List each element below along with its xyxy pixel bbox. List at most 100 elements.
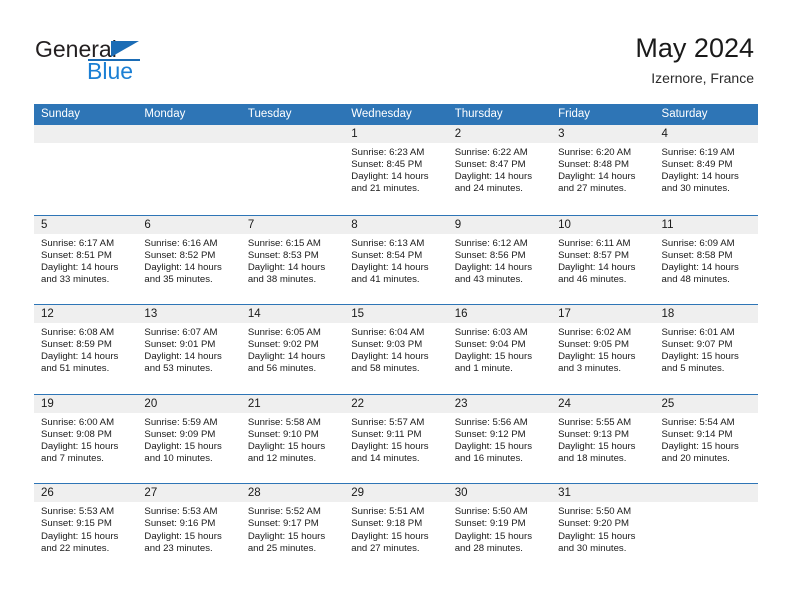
day-cell[interactable]: 17 Sunrise: 6:02 AM Sunset: 9:05 PM Dayl… xyxy=(551,305,654,394)
day-cell[interactable]: 28 Sunrise: 5:52 AM Sunset: 9:17 PM Dayl… xyxy=(241,484,344,573)
day-number: 10 xyxy=(558,218,571,231)
day-details: Sunrise: 5:57 AM Sunset: 9:11 PM Dayligh… xyxy=(351,416,429,465)
day-cell[interactable]: 24 Sunrise: 5:55 AM Sunset: 9:13 PM Dayl… xyxy=(551,395,654,484)
day-cell[interactable]: 6 Sunrise: 6:16 AM Sunset: 8:52 PM Dayli… xyxy=(137,216,240,305)
day-cell[interactable]: 23 Sunrise: 5:56 AM Sunset: 9:12 PM Dayl… xyxy=(448,395,551,484)
day-cell[interactable]: 30 Sunrise: 5:50 AM Sunset: 9:19 PM Dayl… xyxy=(448,484,551,573)
day-details: Sunrise: 6:12 AM Sunset: 8:56 PM Dayligh… xyxy=(454,237,533,285)
day-details: Sunrise: 6:07 AM Sunset: 9:01 PM Dayligh… xyxy=(144,327,222,375)
day-cell[interactable]: 31 Sunrise: 5:50 AM Sunset: 9:20 PM Dayl… xyxy=(551,484,654,573)
day-cell[interactable]: 22 Sunrise: 5:57 AM Sunset: 9:11 PM Dayl… xyxy=(344,395,447,484)
day-cell[interactable]: 19 Sunrise: 6:00 AM Sunset: 9:08 PM Dayl… xyxy=(34,395,137,484)
day-cell[interactable]: 21 Sunrise: 5:58 AM Sunset: 9:10 PM Dayl… xyxy=(241,395,344,484)
day-cell[interactable]: 5 Sunrise: 6:17 AM Sunset: 8:51 PM Dayli… xyxy=(34,216,137,305)
day-of-week-header-row: Sunday Monday Tuesday Wednesday Thursday… xyxy=(34,104,758,125)
dow-header-saturday: Saturday xyxy=(661,108,708,120)
day-number: 30 xyxy=(454,487,468,500)
calendar-table: Sunday Monday Tuesday Wednesday Thursday… xyxy=(34,104,758,573)
week-row: 19 Sunrise: 6:00 AM Sunset: 9:08 PM Dayl… xyxy=(34,393,758,484)
page-header: General Blue May 2024 Izernore, France xyxy=(0,0,792,104)
day-number: 14 xyxy=(247,308,261,321)
day-details: Sunrise: 6:16 AM Sunset: 8:52 PM Dayligh… xyxy=(144,237,222,285)
day-cell[interactable]: 13 Sunrise: 6:07 AM Sunset: 9:01 PM Dayl… xyxy=(137,305,240,394)
day-cell[interactable]: 2 Sunrise: 6:22 AM Sunset: 8:47 PM Dayli… xyxy=(448,125,551,215)
day-details: Sunrise: 5:51 AM Sunset: 9:18 PM Dayligh… xyxy=(351,506,429,554)
day-cell[interactable] xyxy=(655,484,758,573)
day-details: Sunrise: 6:00 AM Sunset: 9:08 PM Dayligh… xyxy=(41,416,119,465)
day-cell[interactable] xyxy=(241,125,344,215)
day-details: Sunrise: 6:01 AM Sunset: 9:07 PM Dayligh… xyxy=(661,327,739,375)
day-cell[interactable]: 12 Sunrise: 6:08 AM Sunset: 8:59 PM Dayl… xyxy=(34,305,137,394)
day-number: 9 xyxy=(454,218,462,231)
day-number: 5 xyxy=(41,218,48,231)
dow-header-thursday: Thursday xyxy=(454,108,503,120)
day-number: 13 xyxy=(144,308,158,321)
day-cell[interactable]: 11 Sunrise: 6:09 AM Sunset: 8:58 PM Dayl… xyxy=(655,216,758,305)
day-details: Sunrise: 6:03 AM Sunset: 9:04 PM Dayligh… xyxy=(454,327,533,375)
day-details: Sunrise: 6:04 AM Sunset: 9:03 PM Dayligh… xyxy=(351,327,429,375)
day-number: 29 xyxy=(351,487,365,500)
logo-triangle-icon xyxy=(111,41,139,57)
day-number: 7 xyxy=(247,218,255,231)
day-cell[interactable]: 18 Sunrise: 6:01 AM Sunset: 9:07 PM Dayl… xyxy=(655,305,758,394)
day-details: Sunrise: 6:15 AM Sunset: 8:53 PM Dayligh… xyxy=(247,237,326,285)
day-cell[interactable]: 9 Sunrise: 6:12 AM Sunset: 8:56 PM Dayli… xyxy=(448,216,551,305)
dow-header-monday: Monday xyxy=(144,108,186,120)
calendar-weeks: 1 Sunrise: 6:23 AM Sunset: 8:45 PM Dayli… xyxy=(34,125,758,573)
day-cell[interactable] xyxy=(34,125,137,215)
day-details: Sunrise: 5:56 AM Sunset: 9:12 PM Dayligh… xyxy=(454,416,533,465)
day-cell[interactable]: 29 Sunrise: 5:51 AM Sunset: 9:18 PM Dayl… xyxy=(344,484,447,573)
day-cell[interactable]: 20 Sunrise: 5:59 AM Sunset: 9:09 PM Dayl… xyxy=(137,395,240,484)
day-number: 25 xyxy=(661,397,675,410)
page-title: May 2024 xyxy=(635,33,754,63)
day-cell[interactable]: 15 Sunrise: 6:04 AM Sunset: 9:03 PM Dayl… xyxy=(344,305,447,394)
day-cell[interactable]: 3 Sunrise: 6:20 AM Sunset: 8:48 PM Dayli… xyxy=(551,125,654,215)
day-cell[interactable]: 16 Sunrise: 6:03 AM Sunset: 9:04 PM Dayl… xyxy=(448,305,551,394)
calendar-page: General Blue May 2024 Izernore, France S… xyxy=(0,0,792,612)
day-details: Sunrise: 5:54 AM Sunset: 9:14 PM Dayligh… xyxy=(661,416,739,465)
day-details: Sunrise: 6:08 AM Sunset: 8:59 PM Dayligh… xyxy=(41,327,119,375)
day-details: Sunrise: 5:52 AM Sunset: 9:17 PM Dayligh… xyxy=(247,506,326,554)
day-cell[interactable]: 14 Sunrise: 6:05 AM Sunset: 9:02 PM Dayl… xyxy=(241,305,344,394)
day-cell[interactable]: 8 Sunrise: 6:13 AM Sunset: 8:54 PM Dayli… xyxy=(344,216,447,305)
logo-text-blue: Blue xyxy=(87,58,134,84)
dow-header-sunday: Sunday xyxy=(41,108,81,120)
day-details: Sunrise: 5:59 AM Sunset: 9:09 PM Dayligh… xyxy=(144,416,222,465)
dow-header-wednesday: Wednesday xyxy=(351,108,412,120)
general-blue-logo[interactable]: General Blue xyxy=(35,36,235,86)
day-cell[interactable]: 27 Sunrise: 5:53 AM Sunset: 9:16 PM Dayl… xyxy=(137,484,240,573)
day-details: Sunrise: 6:05 AM Sunset: 9:02 PM Dayligh… xyxy=(247,327,326,375)
day-cell[interactable]: 4 Sunrise: 6:19 AM Sunset: 8:49 PM Dayli… xyxy=(655,125,758,215)
day-number: 19 xyxy=(41,397,54,410)
day-number: 6 xyxy=(144,218,151,231)
day-number: 4 xyxy=(661,128,668,140)
day-number: 28 xyxy=(247,487,261,500)
day-number: 22 xyxy=(351,397,365,410)
day-details: Sunrise: 6:02 AM Sunset: 9:05 PM Dayligh… xyxy=(558,327,636,375)
week-row: 12 Sunrise: 6:08 AM Sunset: 8:59 PM Dayl… xyxy=(34,304,758,394)
day-details: Sunrise: 5:50 AM Sunset: 9:19 PM Dayligh… xyxy=(454,506,533,554)
day-number: 31 xyxy=(558,487,571,500)
day-number: 21 xyxy=(247,397,261,410)
day-details: Sunrise: 6:22 AM Sunset: 8:47 PM Dayligh… xyxy=(454,147,533,195)
week-row: 1 Sunrise: 6:23 AM Sunset: 8:45 PM Dayli… xyxy=(34,125,758,215)
day-details: Sunrise: 6:11 AM Sunset: 8:57 PM Dayligh… xyxy=(558,237,636,285)
title-block: May 2024 Izernore, France xyxy=(635,32,754,88)
day-number: 18 xyxy=(661,308,675,321)
day-details: Sunrise: 6:19 AM Sunset: 8:49 PM Dayligh… xyxy=(661,147,739,195)
day-cell[interactable]: 7 Sunrise: 6:15 AM Sunset: 8:53 PM Dayli… xyxy=(241,216,344,305)
day-details: Sunrise: 6:20 AM Sunset: 8:48 PM Dayligh… xyxy=(558,147,636,195)
day-number: 20 xyxy=(144,397,158,410)
day-cell[interactable]: 10 Sunrise: 6:11 AM Sunset: 8:57 PM Dayl… xyxy=(551,216,654,305)
day-number: 27 xyxy=(144,487,158,500)
day-number: 11 xyxy=(661,218,674,231)
day-number: 12 xyxy=(41,308,54,321)
day-cell[interactable]: 25 Sunrise: 5:54 AM Sunset: 9:14 PM Dayl… xyxy=(655,395,758,484)
day-details: Sunrise: 6:09 AM Sunset: 8:58 PM Dayligh… xyxy=(661,237,739,285)
day-details: Sunrise: 6:23 AM Sunset: 8:45 PM Dayligh… xyxy=(351,147,429,195)
day-cell[interactable]: 26 Sunrise: 5:53 AM Sunset: 9:15 PM Dayl… xyxy=(34,484,137,573)
day-cell[interactable]: 1 Sunrise: 6:23 AM Sunset: 8:45 PM Dayli… xyxy=(344,125,447,215)
day-details: Sunrise: 5:53 AM Sunset: 9:16 PM Dayligh… xyxy=(144,506,222,554)
day-number: 1 xyxy=(351,128,358,140)
day-cell[interactable] xyxy=(137,125,240,215)
